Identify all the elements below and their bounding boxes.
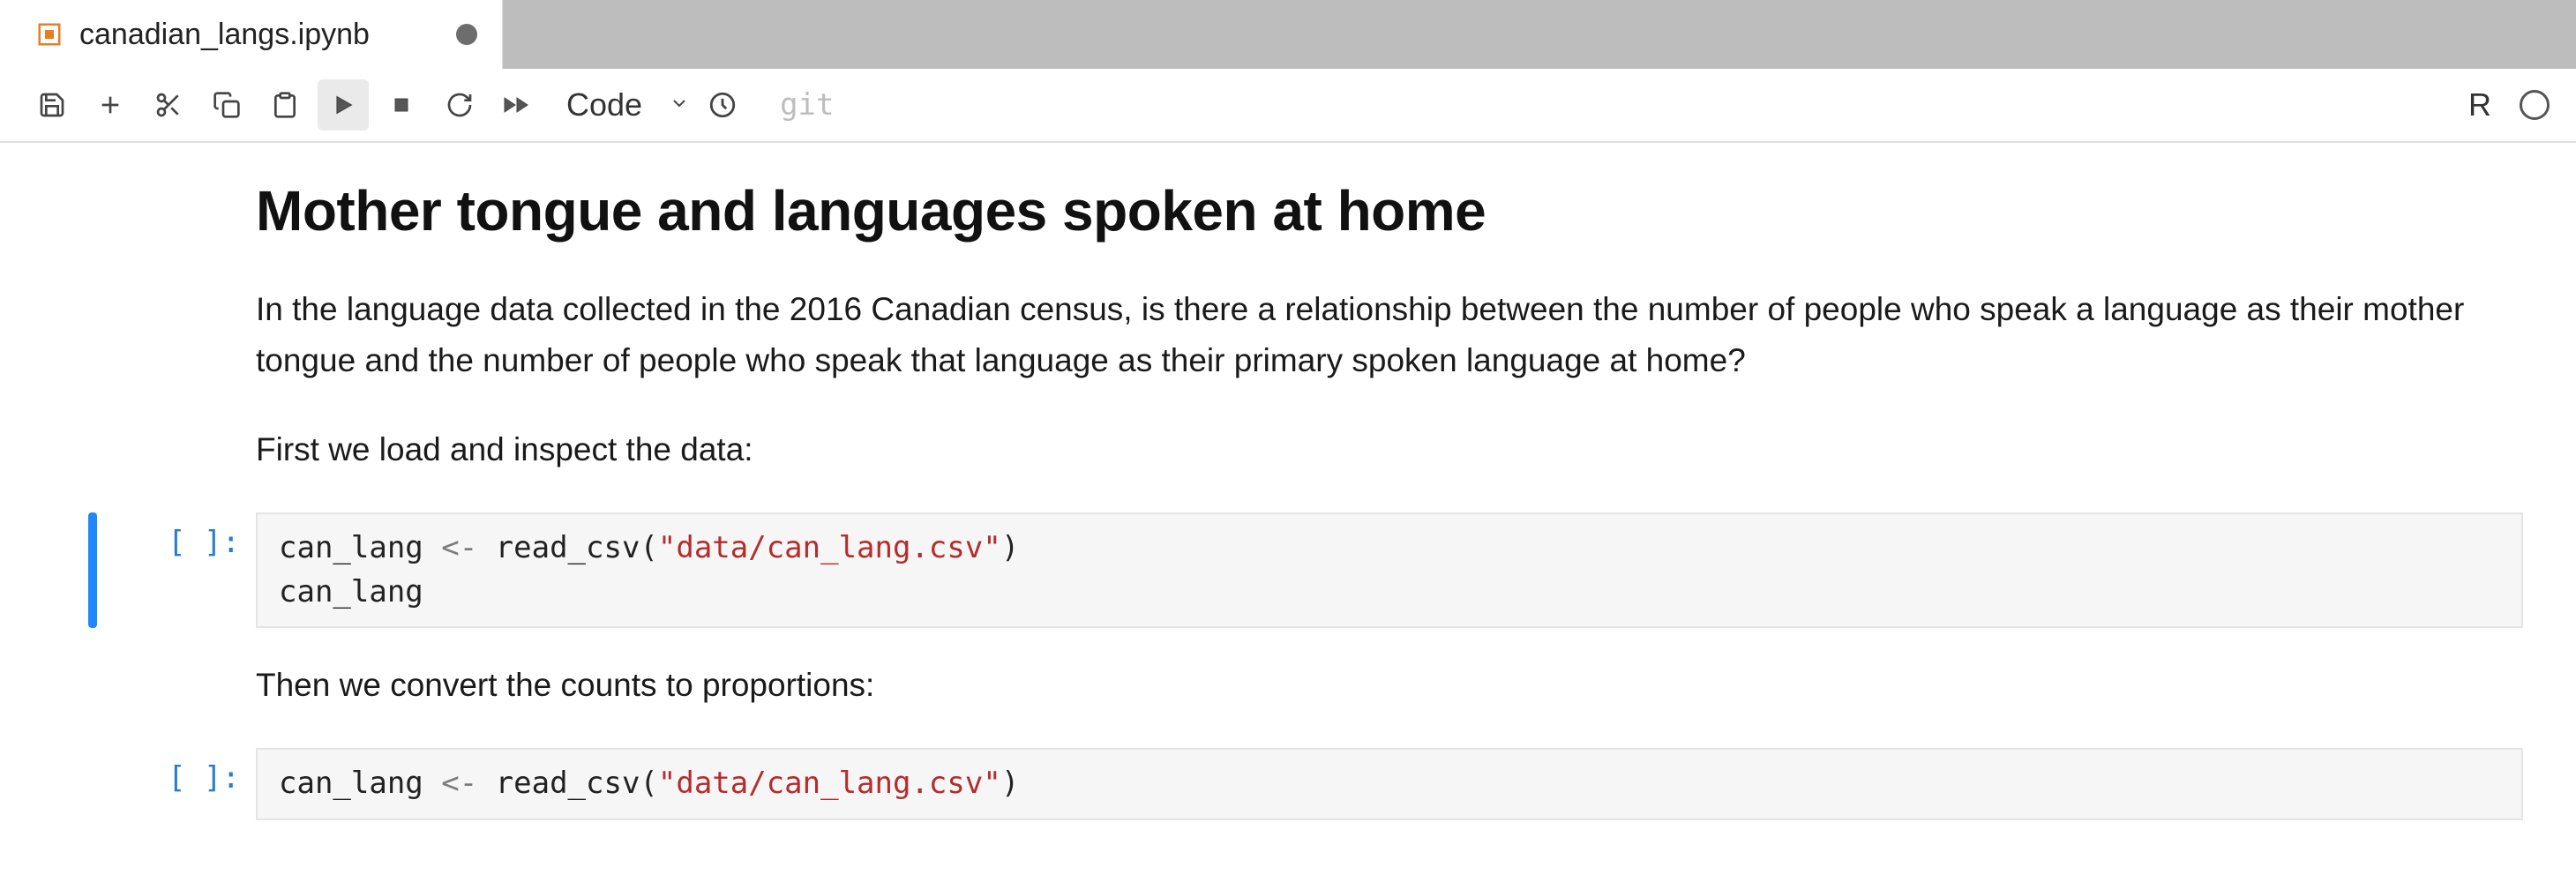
code-input[interactable]: can_lang <- read_csv("data/can_lang.csv"… [256,748,2523,819]
convert-paragraph: Then we convert the counts to proportion… [256,660,2479,711]
kernel-status-icon[interactable] [2520,90,2550,120]
notebook-toolbar: Code git R [0,69,2576,143]
code-cell-1[interactable]: [ ]: can_lang <- read_csv("data/can_lang… [124,512,2523,628]
load-paragraph: First we load and inspect the data: [256,424,2479,475]
code-input[interactable]: can_lang <- read_csv("data/can_lang.csv"… [256,512,2523,628]
tab-filename: canadian_langs.ipynb [79,18,370,52]
execution-time-button[interactable] [697,79,748,131]
page-title: Mother tongue and languages spoken at ho… [256,178,2514,243]
git-label[interactable]: git [780,87,834,123]
cell-prompt: [ ]: [124,748,256,796]
cell-prompt: [ ]: [124,512,256,560]
notebook-tab[interactable]: canadian_langs.ipynb [0,0,503,69]
cut-button[interactable] [143,79,194,131]
run-button[interactable] [318,79,369,131]
chevron-down-icon [669,93,690,118]
unsaved-dot-icon [456,24,477,45]
kernel-name[interactable]: R [2468,86,2491,123]
run-all-button[interactable] [492,79,543,131]
notebook-icon [35,20,64,49]
copy-button[interactable] [201,79,252,131]
tab-bar: canadian_langs.ipynb [0,0,2576,69]
add-cell-button[interactable] [85,79,136,131]
stop-button[interactable] [376,79,427,131]
restart-button[interactable] [434,79,485,131]
cell-type-label: Code [566,86,642,123]
code-cell-2[interactable]: [ ]: can_lang <- read_csv("data/can_lang… [124,748,2523,819]
save-button[interactable] [26,79,78,131]
intro-paragraph: In the language data collected in the 20… [256,284,2479,387]
notebook-body: Mother tongue and languages spoken at ho… [0,143,2576,820]
cell-type-selector[interactable]: Code [566,86,690,123]
paste-button[interactable] [259,79,311,131]
